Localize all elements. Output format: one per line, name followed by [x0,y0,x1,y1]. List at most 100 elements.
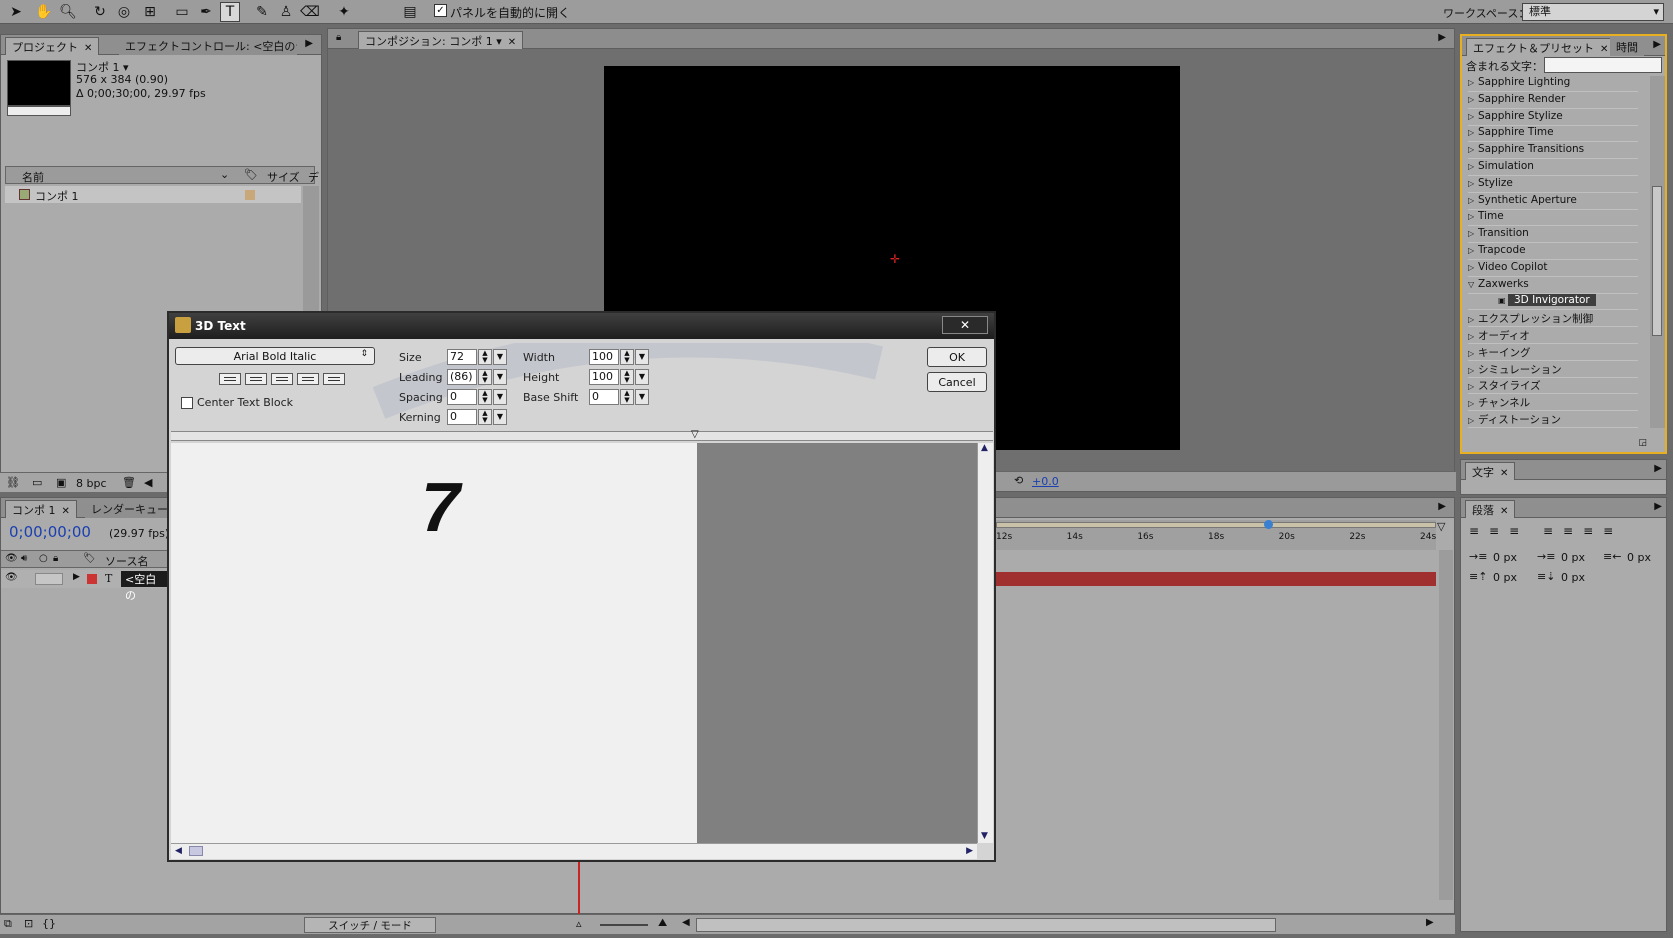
visibility-icon[interactable]: 👁︎ [5,572,18,583]
disclosure-collapsed-icon[interactable]: ▷ [1468,162,1478,171]
disclosure-collapsed-icon[interactable]: ▷ [1468,145,1478,154]
tab-effects-presets[interactable]: エフェクト＆プリセット ✕ [1466,38,1616,56]
spacing-dropdown[interactable]: ▼ [493,389,507,405]
lock-icon[interactable]: 🔒︎ [336,32,341,43]
toggle-transfer-icon[interactable]: {} [42,917,56,930]
scroll-down-icon[interactable]: ▼ [981,831,988,841]
effect-category-item[interactable]: ▷ Trapcode [1468,244,1638,260]
align-buttons[interactable]: ≡≡≡ ≡≡≡≡ [1469,524,1623,538]
disclosure-collapsed-icon[interactable]: ▷ [1468,399,1478,408]
text-tool-icon[interactable]: T [220,2,240,22]
leading-field[interactable]: (86) [447,369,477,385]
comp-flowchart-icon[interactable]: ⧉ [4,917,12,931]
scroll-up-icon[interactable]: ▲ [981,443,988,453]
work-area-bar[interactable] [996,522,1436,528]
close-icon[interactable]: ✕ [84,43,92,54]
effect-category-item[interactable]: ▷ Sapphire Render [1468,93,1638,109]
panel-menu-icon[interactable]: ▶ [1654,463,1662,474]
hscroll-thumb[interactable] [189,846,203,856]
brush-tool-icon[interactable]: ✎ [252,2,272,22]
close-icon[interactable]: ✕ [1500,506,1508,517]
indent-right-value[interactable]: 0 px [1627,551,1651,564]
col-size[interactable]: サイズ [267,169,300,185]
toggle-expand-icon[interactable]: ⊡ [24,917,33,930]
clone-stamp-icon[interactable]: ♙ [276,2,296,22]
effect-category-item[interactable]: ▽ Zaxwerks [1468,278,1638,294]
size-stepper[interactable]: ▲ ▼ [478,349,492,365]
zoom-out-icon[interactable]: ▵ [576,917,582,930]
pan-behind-icon[interactable]: ⊞ [140,2,160,22]
center-text-block-checkbox[interactable] [181,397,193,409]
disclosure-collapsed-icon[interactable]: ▷ [1468,95,1478,104]
spacing-field[interactable]: 0 [447,389,477,405]
eraser-tool-icon[interactable]: ⌫ [300,2,320,22]
reset-exposure-icon[interactable]: ⟲ [1014,474,1023,487]
tab-paragraph[interactable]: 段落 ✕ [1465,500,1516,518]
switch-boxes[interactable] [35,573,63,585]
disclosure-collapsed-icon[interactable]: ▷ [1468,128,1478,137]
visibility-icon[interactable]: 👁︎ [5,553,18,564]
leading-stepper[interactable]: ▲ ▼ [478,369,492,385]
height-dropdown[interactable]: ▼ [635,369,649,385]
indent-left-value[interactable]: 0 px [1493,551,1517,564]
disclosure-collapsed-icon[interactable]: ▷ [1468,78,1478,87]
justify-button[interactable] [297,373,319,385]
edit-vscrollbar[interactable]: ▲ ▼ [977,443,993,843]
width-stepper[interactable]: ▲ ▼ [620,349,634,365]
baseshift-stepper[interactable]: ▲ ▼ [620,389,634,405]
panel-menu-icon[interactable]: ▶ [1438,32,1446,43]
indent-first-value[interactable]: 0 px [1561,551,1585,564]
disclosure-collapsed-icon[interactable]: ▷ [1468,349,1478,358]
disclosure-collapsed-icon[interactable]: ▷ [1468,246,1478,255]
panel-menu-icon[interactable]: ▶ [305,38,313,49]
tab-render-queue[interactable]: レンダーキュー [85,500,174,518]
interpret-footage-icon[interactable]: ⛓ [6,476,20,489]
solo-icon[interactable]: ○ [39,553,48,564]
scroll-left-icon[interactable]: ◀ [175,846,182,856]
timeline-hscroll-thumb[interactable] [696,918,1276,932]
align-center-button[interactable] [245,373,267,385]
chevron-down-icon[interactable]: ⌄ [220,168,229,181]
baseshift-field[interactable]: 0 [589,389,619,405]
switch-mode-toggle[interactable]: スイッチ / モード [304,917,436,933]
tab-time[interactable]: 時間 [1610,38,1644,56]
leading-dropdown[interactable]: ▼ [493,369,507,385]
workspace-select[interactable]: 標準 ▾ [1522,3,1664,21]
trash-icon[interactable]: 🗑︎ [122,476,136,489]
expand-arrow-icon[interactable]: ▶ [73,572,80,582]
disclosure-collapsed-icon[interactable]: ▷ [1468,315,1478,324]
disclosure-collapsed-icon[interactable]: ▷ [1468,112,1478,121]
orbit-camera-icon[interactable]: ◎ [114,2,134,22]
layer-duration-bar[interactable] [996,572,1436,586]
width-dropdown[interactable]: ▼ [635,349,649,365]
kerning-stepper[interactable]: ▲ ▼ [478,409,492,425]
label-color-swatch[interactable] [245,190,255,200]
effect-category-item[interactable]: ▷ Sapphire Time [1468,126,1638,143]
new-comp-icon[interactable]: ▣ [56,476,66,489]
align-right-button[interactable] [271,373,293,385]
panel-menu-icon[interactable]: ▶ [1438,501,1446,512]
scroll-right-icon[interactable]: ▶ [1426,917,1434,928]
effect-category-item[interactable]: ▷ Time [1468,210,1638,227]
kerning-dropdown[interactable]: ▼ [493,409,507,425]
effect-category-item[interactable]: ▷ キーイング [1468,345,1638,361]
effect-category-item[interactable]: ▷ Sapphire Stylize [1468,110,1638,126]
scroll-left-icon[interactable]: ◀ [682,917,690,928]
close-icon[interactable]: ✕ [1600,44,1608,55]
disclosure-collapsed-icon[interactable]: ▷ [1468,196,1478,205]
effect-category-item[interactable]: ▷ スタイライズ [1468,378,1638,395]
hand-tool-icon[interactable]: ✋ [34,2,54,22]
rectangle-tool-icon[interactable]: ▭ [172,2,192,22]
anchor-point-icon[interactable]: ✛ [890,252,900,266]
effect-category-item[interactable]: ▷ Transition [1468,227,1638,244]
disclosure-collapsed-icon[interactable]: ▷ [1468,212,1478,221]
col-source-name[interactable]: ソース名 [105,553,148,569]
disclosure-collapsed-icon[interactable]: ▷ [1468,382,1478,391]
edit-hscrollbar[interactable]: ◀ ▶ [171,843,977,859]
scroll-left-icon[interactable]: ◀ [144,476,152,489]
effect-category-item[interactable]: ▷ Simulation [1468,160,1638,176]
chevron-down-icon[interactable]: ▾ [496,35,502,48]
effect-category-item[interactable]: ▷ チャンネル [1468,395,1638,412]
scroll-right-icon[interactable]: ▶ [966,846,973,856]
disclosure-collapsed-icon[interactable]: ▷ [1468,416,1478,425]
